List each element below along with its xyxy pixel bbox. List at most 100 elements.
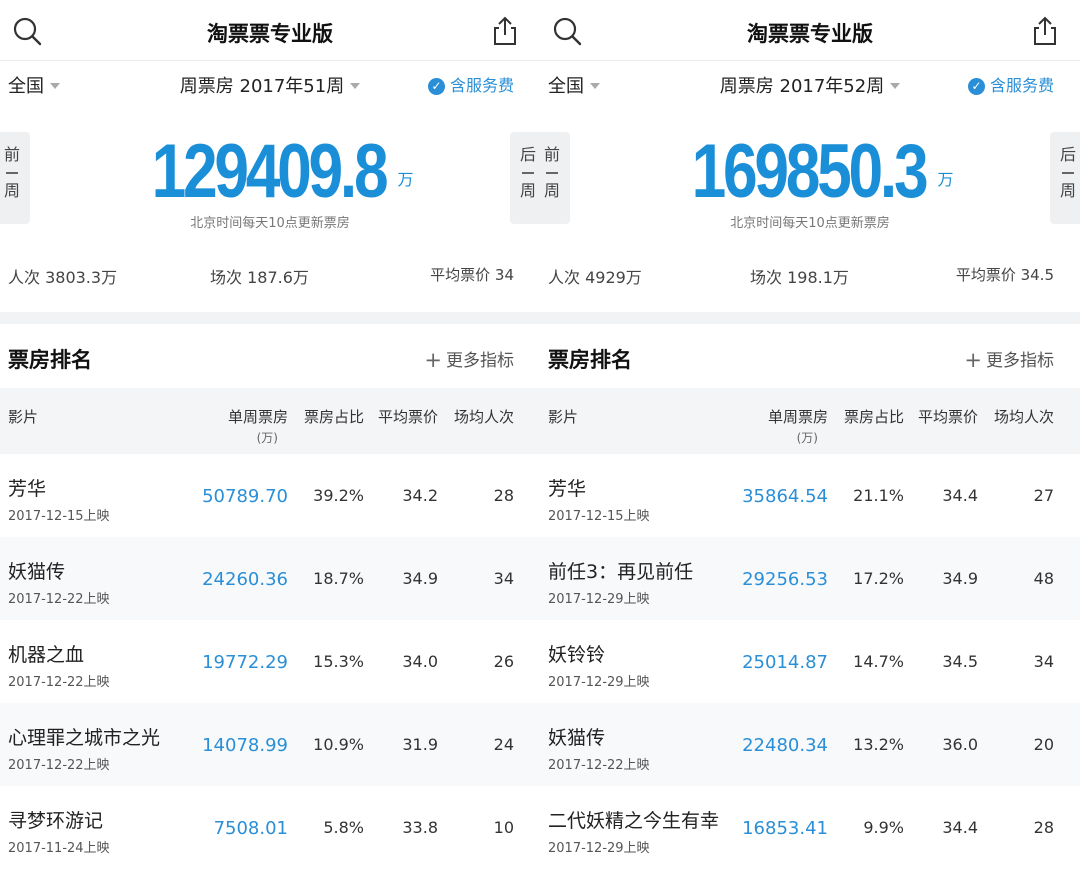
box-office-value: 169850.3: [692, 129, 929, 214]
gross-share: 17.2%: [853, 569, 904, 588]
col-avg-price[interactable]: 平均票价: [378, 406, 438, 427]
table-row[interactable]: 前任3：再见前任 2017-12-29上映 29256.53 17.2% 34.9 48: [540, 537, 1080, 620]
col-avg-attendance[interactable]: 场均人次: [454, 406, 514, 427]
table-row[interactable]: 机器之血 2017-12-22上映 19772.29 15.3% 34.0 26: [0, 620, 540, 703]
share-icon[interactable]: [1030, 16, 1060, 46]
release-date: 2017-12-22上映: [8, 592, 110, 607]
summary-stats: 人次 3803.3万 场次 187.6万 平均票价 34: [0, 264, 540, 288]
box-office-unit: 万: [397, 170, 414, 189]
col-weekly-gross[interactable]: 单周票房 (万): [738, 406, 828, 446]
film-name: 妖猫传: [548, 727, 606, 749]
service-fee-label: 含服务费: [449, 76, 514, 95]
weekly-gross: 24260.36: [202, 569, 288, 590]
table-row[interactable]: 心理罪之城市之光 2017-12-22上映 14078.99 10.9% 31.9 24: [0, 703, 540, 786]
film-name: 前任3：再见前任: [548, 561, 694, 583]
weekly-gross: 22480.34: [742, 735, 828, 756]
app-title: 淘票票专业版: [747, 22, 873, 46]
avg-attendance: 20: [1033, 735, 1054, 754]
weekly-gross: 14078.99: [202, 735, 288, 756]
section-divider: [540, 312, 1080, 324]
film-name: 二代妖精之今生有幸: [548, 810, 720, 832]
screenings-stat: 场次 198.1万: [750, 268, 849, 287]
week-label: 周票房 2017年52周: [719, 76, 885, 97]
panel-week-51: 淘票票专业版 全国 周票房 2017年51周 ✓ 含服务费 前 周 后 周 129…: [0, 0, 540, 878]
avg-price: 31.9: [402, 735, 438, 754]
service-fee-label: 含服务费: [989, 76, 1054, 95]
avg-price: 36.0: [942, 735, 978, 754]
table-row[interactable]: 二代妖精之今生有幸 2017-12-29上映 16853.41 9.9% 34.4 28: [540, 786, 1080, 869]
gross-share: 15.3%: [313, 652, 364, 671]
gross-share: 14.7%: [853, 652, 904, 671]
gross-share: 39.2%: [313, 486, 364, 505]
service-fee-toggle[interactable]: ✓ 含服务费: [427, 72, 514, 96]
col-film[interactable]: 影片: [548, 406, 578, 427]
avg-price: 34.4: [942, 486, 978, 505]
col-share[interactable]: 票房占比: [304, 406, 364, 427]
section-divider: [0, 312, 540, 324]
avg-price: 34.4: [942, 818, 978, 837]
weekly-gross: 29256.53: [742, 569, 828, 590]
ranking-header: 票房排名 + 更多指标: [0, 324, 540, 388]
nav-bar: 淘票票专业版: [540, 0, 1080, 61]
table-header: 影片 单周票房 (万) 票房占比 平均票价 场均人次: [540, 388, 1080, 454]
col-avg-attendance[interactable]: 场均人次: [994, 406, 1054, 427]
attendance-stat: 人次 3803.3万: [8, 268, 118, 287]
service-fee-toggle[interactable]: ✓ 含服务费: [967, 72, 1054, 96]
box-office-total: 169850.3 万: [540, 128, 1080, 215]
avg-attendance: 10: [493, 818, 514, 837]
gross-share: 21.1%: [853, 486, 904, 505]
avg-price: 34.9: [942, 569, 978, 588]
avg-price: 34.0: [402, 652, 438, 671]
col-weekly-gross-label: 单周票房: [227, 408, 288, 426]
ranking-title: 票房排名: [548, 348, 632, 372]
screenings-stat: 场次 187.6万: [210, 268, 309, 287]
share-icon[interactable]: [490, 16, 520, 46]
update-note: 北京时间每天10点更新票房: [190, 216, 350, 231]
release-date: 2017-12-29上映: [548, 675, 650, 690]
weekly-gross: 16853.41: [742, 818, 828, 839]
col-weekly-gross[interactable]: 单周票房 (万): [198, 406, 288, 446]
col-film[interactable]: 影片: [8, 406, 38, 427]
release-date: 2017-12-22上映: [548, 758, 650, 773]
release-date: 2017-12-22上映: [8, 675, 110, 690]
weekly-gross: 50789.70: [202, 486, 288, 507]
caret-down-icon: [890, 83, 901, 89]
table-row[interactable]: 妖猫传 2017-12-22上映 22480.34 13.2% 36.0 20: [540, 703, 1080, 786]
weekly-gross: 7508.01: [213, 818, 288, 839]
nav-bar: 淘票票专业版: [0, 0, 540, 61]
col-weekly-gross-unit: (万): [796, 431, 818, 445]
film-name: 机器之血: [8, 644, 85, 666]
release-date: 2017-12-29上映: [548, 841, 650, 856]
col-avg-price[interactable]: 平均票价: [918, 406, 978, 427]
summary-stats: 人次 4929万 场次 198.1万 平均票价 34.5: [540, 264, 1080, 288]
more-metrics-button[interactable]: + 更多指标: [424, 346, 514, 372]
more-metrics-label: 更多指标: [986, 351, 1054, 371]
table-row[interactable]: 妖铃铃 2017-12-29上映 25014.87 14.7% 34.5 34: [540, 620, 1080, 703]
week-label: 周票房 2017年51周: [179, 76, 345, 97]
avg-attendance: 34: [493, 569, 514, 588]
avg-price-stat: 平均票价 34.5: [955, 266, 1054, 284]
gross-share: 5.8%: [323, 818, 364, 837]
caret-down-icon: [350, 83, 361, 89]
filter-bar: 全国 周票房 2017年52周 ✓ 含服务费: [540, 62, 1080, 102]
more-metrics-label: 更多指标: [446, 351, 514, 371]
film-name: 妖猫传: [8, 561, 66, 583]
avg-attendance: 28: [1033, 818, 1054, 837]
weekly-gross: 25014.87: [742, 652, 828, 673]
film-name: 芳华: [8, 478, 47, 500]
table-row[interactable]: 寻梦环游记 2017-11-24上映 7508.01 5.8% 33.8 10: [0, 786, 540, 869]
more-metrics-button[interactable]: + 更多指标: [964, 346, 1054, 372]
avg-attendance: 24: [493, 735, 514, 754]
filter-bar: 全国 周票房 2017年51周 ✓ 含服务费: [0, 62, 540, 102]
table-row[interactable]: 芳华 2017-12-15上映 50789.70 39.2% 34.2 28: [0, 454, 540, 537]
table-row[interactable]: 芳华 2017-12-15上映 35864.54 21.1% 34.4 27: [540, 454, 1080, 537]
film-name: 心理罪之城市之光: [8, 727, 161, 749]
table-row[interactable]: 妖猫传 2017-12-22上映 24260.36 18.7% 34.9 34: [0, 537, 540, 620]
avg-price: 34.9: [402, 569, 438, 588]
box-office-total: 129409.8 万: [0, 128, 540, 215]
weekly-gross: 35864.54: [742, 486, 828, 507]
app-root: 淘票票专业版 全国 周票房 2017年51周 ✓ 含服务费 前 周 后 周 129…: [0, 0, 1080, 878]
avg-attendance: 34: [1033, 652, 1054, 671]
avg-attendance: 48: [1033, 569, 1054, 588]
col-share[interactable]: 票房占比: [844, 406, 904, 427]
